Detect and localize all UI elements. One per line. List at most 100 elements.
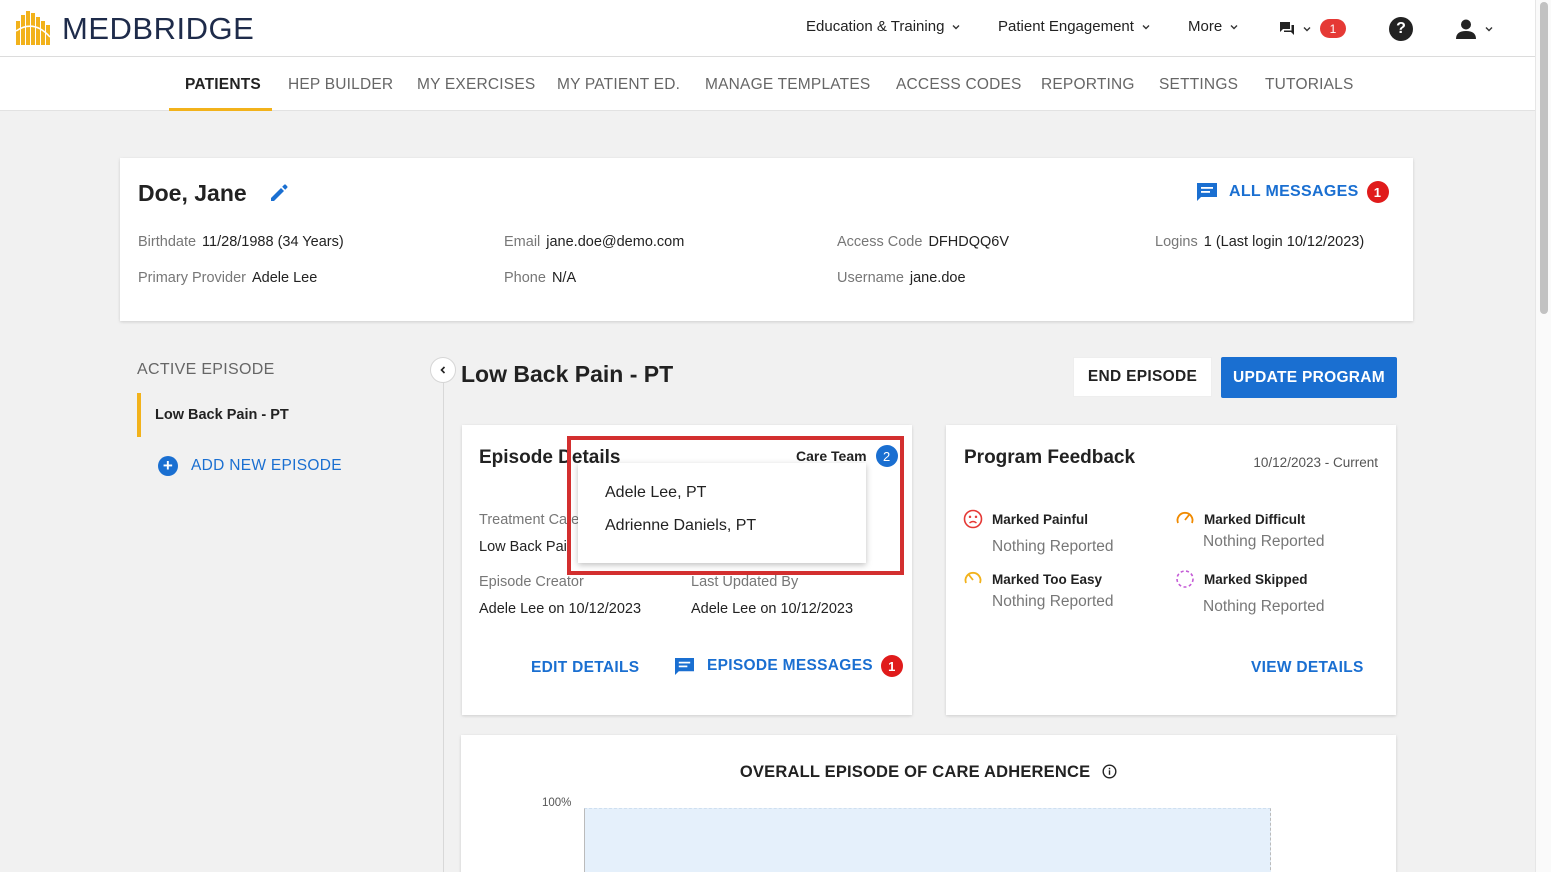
episode-creator-label: Episode Creator bbox=[479, 574, 584, 590]
collapse-sidebar-button[interactable] bbox=[430, 357, 456, 383]
tab-reporting[interactable]: REPORTING bbox=[1041, 76, 1135, 94]
tab-my-exercises[interactable]: MY EXERCISES bbox=[417, 76, 535, 94]
edit-details-link[interactable]: EDIT DETAILS bbox=[531, 659, 639, 677]
chevron-down-icon bbox=[1142, 24, 1150, 29]
help-icon[interactable]: ? bbox=[1389, 17, 1413, 41]
chevron-down-icon bbox=[1303, 26, 1311, 31]
adherence-title-label: OVERALL EPISODE OF CARE ADHERENCE bbox=[739, 763, 1091, 781]
chevron-down-icon bbox=[952, 24, 960, 29]
marked-too-easy-label: Marked Too Easy bbox=[992, 571, 1103, 587]
end-episode-button[interactable]: END EPISODE bbox=[1073, 357, 1212, 397]
tab-settings[interactable]: SETTINGS bbox=[1159, 76, 1238, 94]
nav-more[interactable]: More bbox=[1188, 18, 1239, 35]
chat-menu[interactable]: 1 bbox=[1279, 19, 1346, 38]
info-icon[interactable] bbox=[1102, 764, 1117, 779]
marked-difficult-label: Marked Difficult bbox=[1204, 511, 1306, 527]
nav-more-label: More bbox=[1188, 18, 1223, 35]
scrollbar-thumb[interactable] bbox=[1540, 2, 1548, 314]
dashed-circle-icon bbox=[1176, 570, 1194, 588]
all-messages-link[interactable]: ALL MESSAGES 1 bbox=[1196, 181, 1389, 203]
primary-provider-field: Primary Provider Adele Lee bbox=[138, 270, 317, 286]
birthdate-value: 11/28/1988 (34 Years) bbox=[202, 234, 344, 250]
username-value: jane.doe bbox=[909, 270, 966, 286]
tab-access-codes[interactable]: ACCESS CODES bbox=[896, 76, 1022, 94]
care-team-popup: Adele Lee, PT Adrienne Daniels, PT bbox=[578, 463, 866, 563]
tab-my-patient-ed[interactable]: MY PATIENT ED. bbox=[557, 76, 680, 94]
message-icon bbox=[1197, 183, 1217, 201]
view-details-link[interactable]: VIEW DETAILS bbox=[1251, 659, 1364, 677]
top-bar: MEDBRIDGE Education & Training Patient E… bbox=[0, 0, 1535, 57]
tab-hep-builder[interactable]: HEP BUILDER bbox=[288, 76, 393, 94]
sub-navigation: PATIENTS HEP BUILDER MY EXERCISES MY PAT… bbox=[0, 57, 1535, 111]
update-program-button[interactable]: UPDATE PROGRAM bbox=[1221, 357, 1397, 398]
patient-name: Doe, Jane bbox=[138, 180, 247, 206]
username-field: Username jane.doe bbox=[837, 270, 966, 286]
marked-difficult-value: Nothing Reported bbox=[1203, 533, 1325, 550]
treatment-category-value: Low Back Pai bbox=[479, 539, 567, 555]
episode-title: Low Back Pain - PT bbox=[461, 361, 674, 387]
marked-skipped-value: Nothing Reported bbox=[1203, 598, 1325, 615]
care-team-count: 2 bbox=[875, 445, 898, 467]
provider-label: Primary Provider bbox=[138, 270, 246, 286]
speedometer-icon bbox=[1176, 511, 1194, 524]
add-episode-label: ADD NEW EPISODE bbox=[191, 457, 342, 474]
all-messages-label: ALL MESSAGES bbox=[1229, 183, 1359, 200]
birthdate-field: Birthdate 11/28/1988 (34 Years) bbox=[138, 234, 344, 250]
column-divider bbox=[443, 372, 444, 872]
nav-patient-engagement[interactable]: Patient Engagement bbox=[998, 18, 1151, 35]
email-label: Email bbox=[504, 234, 541, 250]
tab-patients[interactable]: PATIENTS bbox=[185, 76, 261, 94]
program-feedback-card: Program Feedback 10/12/2023 - Current Ma… bbox=[946, 425, 1396, 715]
care-team-member[interactable]: Adrienne Daniels, PT bbox=[605, 517, 756, 535]
feedback-date-range: 10/12/2023 - Current bbox=[1253, 455, 1378, 470]
medbridge-logo[interactable]: MEDBRIDGE bbox=[16, 11, 254, 47]
last-updated-value: Adele Lee on 10/12/2023 bbox=[691, 601, 854, 617]
access-code-field: Access Code DFHDQQ6V bbox=[837, 234, 1009, 250]
all-messages-count: 1 bbox=[1366, 181, 1389, 203]
page-scrollbar[interactable] bbox=[1535, 0, 1551, 872]
episode-creator-value: Adele Lee on 10/12/2023 bbox=[479, 601, 642, 617]
adherence-chart-area bbox=[584, 808, 1271, 872]
birthdate-label: Birthdate bbox=[138, 234, 197, 250]
care-team-member[interactable]: Adele Lee, PT bbox=[605, 484, 706, 502]
y-axis-tick-100: 100% bbox=[542, 797, 572, 809]
logins-value: 1 (Last login 10/12/2023) bbox=[1203, 234, 1365, 250]
episode-messages-link[interactable]: EPISODE MESSAGES 1 bbox=[674, 655, 903, 677]
marked-too-easy-value: Nothing Reported bbox=[992, 593, 1114, 610]
provider-value: Adele Lee bbox=[251, 270, 318, 286]
access-code-value: DFHDQQ6V bbox=[928, 234, 1010, 250]
chevron-down-icon bbox=[1230, 24, 1238, 29]
speedometer-low-icon bbox=[964, 571, 982, 584]
marked-painful: Marked Painful bbox=[963, 509, 1088, 529]
nav-education-label: Education & Training bbox=[806, 18, 945, 35]
edit-pencil-icon[interactable] bbox=[268, 182, 290, 204]
medbridge-logo-icon bbox=[16, 11, 51, 45]
treatment-category-label: Treatment Cate bbox=[479, 512, 580, 528]
marked-too-easy: Marked Too Easy bbox=[963, 569, 1102, 589]
tab-tutorials[interactable]: TUTORIALS bbox=[1265, 76, 1354, 94]
marked-skipped: Marked Skipped bbox=[1175, 569, 1308, 589]
adherence-chart-title: OVERALL EPISODE OF CARE ADHERENCE bbox=[461, 763, 1396, 782]
phone-value: N/A bbox=[551, 270, 577, 286]
active-episode-heading: ACTIVE EPISODE bbox=[137, 361, 275, 378]
access-code-label: Access Code bbox=[837, 234, 923, 250]
tab-manage-templates[interactable]: MANAGE TEMPLATES bbox=[705, 76, 870, 94]
logins-field: Logins 1 (Last login 10/12/2023) bbox=[1155, 234, 1364, 250]
add-new-episode-button[interactable]: + ADD NEW EPISODE bbox=[158, 456, 342, 476]
user-icon bbox=[1456, 19, 1476, 39]
episode-messages-label: EPISODE MESSAGES bbox=[707, 657, 873, 674]
episode-list-item[interactable]: Low Back Pain - PT bbox=[137, 393, 357, 437]
user-menu[interactable] bbox=[1455, 18, 1494, 40]
plus-icon: + bbox=[158, 456, 178, 476]
active-tab-indicator bbox=[169, 108, 272, 111]
marked-painful-label: Marked Painful bbox=[992, 511, 1089, 527]
phone-field: Phone N/A bbox=[504, 270, 576, 286]
username-label: Username bbox=[837, 270, 904, 286]
chevron-left-icon bbox=[440, 366, 446, 374]
patient-info-card: Doe, Jane ALL MESSAGES 1 Birthdate 11/28/… bbox=[120, 158, 1413, 321]
chat-count-badge: 1 bbox=[1320, 19, 1346, 38]
marked-skipped-label: Marked Skipped bbox=[1204, 571, 1308, 587]
last-updated-label: Last Updated By bbox=[691, 574, 799, 590]
nav-education-training[interactable]: Education & Training bbox=[806, 18, 961, 35]
adherence-chart-card: OVERALL EPISODE OF CARE ADHERENCE 100% bbox=[461, 735, 1396, 872]
